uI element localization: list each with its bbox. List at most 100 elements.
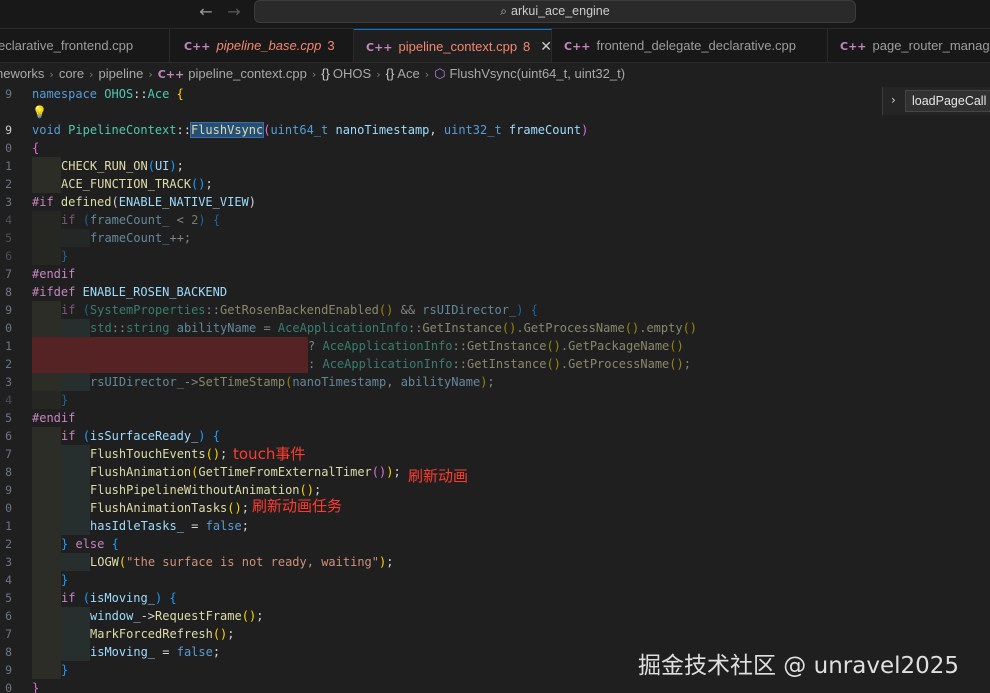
tab-label: page_router_manager: [872, 38, 990, 53]
arrow-left-icon[interactable]: ←: [196, 2, 216, 22]
tab-frontend-delegate[interactable]: C++ frontend_delegate_declarative.cpp: [552, 29, 828, 62]
code-line: 1 hasIdleTasks_ = false;: [0, 517, 990, 535]
code-line: 4}: [0, 391, 990, 409]
code-line: 1 CHECK_RUN_ON(UI);: [0, 157, 990, 175]
lightbulb-icon[interactable]: 💡: [32, 105, 47, 119]
code-line: 2 ACE_FUNCTION_TRACK();: [0, 175, 990, 193]
tab-pipeline-context[interactable]: C++ pipeline_context.cpp 8 ✕: [354, 29, 552, 62]
line-number: 5: [5, 591, 12, 605]
line-number: 2: [5, 177, 12, 191]
search-icon: ⌕: [500, 4, 508, 18]
line-number: 1: [5, 519, 12, 533]
close-icon[interactable]: ✕: [540, 39, 551, 55]
line-number: 9: [5, 123, 12, 137]
line-number: 3: [5, 375, 12, 389]
code-line: 7 MarkForcedRefresh();: [0, 625, 990, 643]
cpp-file-icon: C++: [840, 40, 867, 53]
code-line: 1? AceApplicationInfo::GetInstance().Get…: [0, 337, 990, 355]
chevron-right-icon: ›: [49, 68, 54, 81]
line-number: 2: [5, 357, 12, 371]
breadcrumb-item[interactable]: OHOS: [333, 63, 371, 85]
annotation-animation-tasks: 刷新动画任务: [252, 497, 343, 515]
problem-count: 3: [327, 38, 335, 53]
code-line: 4 if (frameCount_ < 2) {: [0, 211, 990, 229]
line-number: 0: [5, 141, 12, 155]
line-number: 6: [5, 429, 12, 443]
code-line: 8 FlushAnimation(GetTimeFromExternalTimer…: [0, 463, 990, 481]
tab-page-router-manager[interactable]: C++ page_router_manager: [828, 29, 990, 62]
line-number: 8: [5, 285, 12, 299]
breadcrumb-item[interactable]: core: [59, 63, 84, 85]
line-number: 9: [5, 303, 12, 317]
line-number: 5: [5, 411, 12, 425]
tab-label: pipeline_context.cpp: [398, 39, 518, 54]
code-line: 0 std::string abilityName = AceApplicatio…: [0, 319, 990, 337]
line-number: 2: [5, 537, 12, 551]
annotation-animation: 刷新动画: [408, 467, 469, 485]
code-line: 5 frameCount_++;: [0, 229, 990, 247]
code-line: 3 LOGW("the surface is not ready, waiting…: [0, 553, 990, 571]
line-number: 4: [5, 393, 12, 407]
cpp-file-icon: C++: [564, 40, 591, 53]
namespace-icon: {}: [321, 66, 330, 81]
line-number: 9: [5, 663, 12, 677]
code-line: 9 if (SystemProperties::GetRosenBackendEn…: [0, 301, 990, 319]
code-line: 5 #endif: [0, 409, 990, 427]
line-number: 6: [5, 249, 12, 263]
code-line: 9 FlushPipelineWithoutAnimation();: [0, 481, 990, 499]
line-number: 8: [5, 645, 12, 659]
breadcrumb-item[interactable]: pipeline: [99, 63, 144, 85]
chevron-right-icon: ›: [148, 68, 153, 81]
line-number: 6: [5, 609, 12, 623]
line-number: 1: [5, 159, 12, 173]
title-bar: ← → ⌕ arkui_ace_engine: [0, 0, 990, 29]
line-number: 3: [5, 555, 12, 569]
chevron-right-icon: ›: [311, 68, 317, 81]
line-number: 8: [5, 465, 12, 479]
chevron-right-icon: ›: [424, 68, 430, 81]
line-number: 0: [5, 321, 12, 335]
breadcrumb-item[interactable]: FlushVsync(uint64_t, uint32_t): [449, 63, 625, 85]
code-line: 5 if (isMoving_) {: [0, 589, 990, 607]
code-line: 9 void PipelineContext::FlushVsync(uint64…: [0, 121, 990, 139]
code-line: 4}: [0, 571, 990, 589]
line-number: 7: [5, 447, 12, 461]
problem-count: 8: [523, 39, 531, 54]
code-line: 6 window_->RequestFrame();: [0, 607, 990, 625]
chevron-right-icon: ›: [376, 68, 381, 81]
breadcrumb: neworks › core › pipeline › C++ pipeline_contex…: [0, 63, 990, 85]
code-line: 💡: [0, 103, 990, 121]
line-number: 9: [5, 87, 12, 101]
code-line: 0}: [0, 679, 990, 693]
code-line: 0 FlushAnimationTasks();: [0, 499, 990, 517]
line-number: 5: [5, 231, 12, 245]
code-line: 7 #endif: [0, 265, 990, 283]
code-line: 2: AceApplicationInfo::GetInstance().Get…: [0, 355, 990, 373]
code-line: 7 FlushTouchEvents();: [0, 445, 990, 463]
line-number: 0: [5, 501, 12, 515]
line-number: 4: [5, 213, 12, 227]
arrow-right-icon[interactable]: →: [224, 2, 244, 22]
annotation-touch: touch事件: [233, 445, 306, 463]
cpp-file-icon: C++: [184, 40, 211, 53]
tab-pipeline-base[interactable]: C++ pipeline_base.cpp 3: [170, 29, 354, 62]
code-line: 2} else {: [0, 535, 990, 553]
chevron-right-icon: ›: [89, 68, 94, 81]
breadcrumb-item[interactable]: neworks: [0, 63, 44, 85]
tab-label: frontend_delegate_declarative.cpp: [596, 38, 796, 53]
tab-label: pipeline_base.cpp: [216, 38, 322, 53]
line-number: 3: [5, 195, 12, 209]
code-editor[interactable]: 9 namespace OHOS::Ace { 💡 9 void PipelineC…: [0, 85, 990, 693]
cpp-file-icon: C++: [157, 68, 185, 81]
code-line: 6 if (isSurfaceReady_) {: [0, 427, 990, 445]
namespace-icon: {}: [385, 66, 395, 81]
tab-declarative-frontend[interactable]: eclarative_frontend.cpp: [0, 29, 170, 62]
breadcrumb-item[interactable]: Ace: [397, 63, 419, 85]
command-center-search[interactable]: ⌕ arkui_ace_engine: [254, 0, 856, 23]
method-icon: ⬡: [434, 67, 446, 82]
code-line: 3 rsUIDirector_->SetTimeStamp(nanoTimesta…: [0, 373, 990, 391]
line-number: 9: [5, 483, 12, 497]
tab-label: eclarative_frontend.cpp: [0, 38, 134, 53]
breadcrumb-item[interactable]: pipeline_context.cpp: [188, 63, 307, 85]
line-number: 4: [5, 573, 12, 587]
